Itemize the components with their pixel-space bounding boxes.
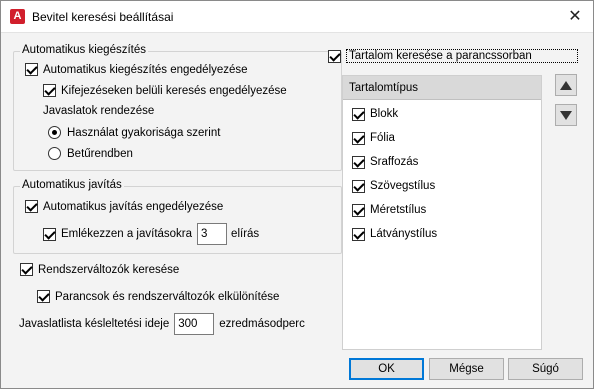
autocad-app-icon: A [10,9,25,24]
triangle-up-icon [560,80,572,90]
autocomplete-enable-label: Automatikus kiegészítés engedélyezése [43,63,248,76]
content-layer-checkbox[interactable] [352,131,365,145]
list-item-label: Szövegstílus [370,180,436,192]
autocorrect-enable-checkbox[interactable]: Automatikus javítás engedélyezése [25,200,223,213]
remember-corrections-input[interactable] [197,223,228,245]
content-type-list[interactable]: Tartalomtípus Blokk Fólia Sraffozás Szöv… [342,75,542,350]
list-item-label: Fólia [370,132,395,144]
autocorrect-legend: Automatikus javítás [20,179,124,191]
midstring-search-box[interactable] [43,84,56,97]
autocorrect-enable-label: Automatikus javítás engedélyezése [43,200,224,213]
ok-button[interactable]: OK [349,358,424,380]
content-block-checkbox[interactable] [352,107,365,121]
close-button[interactable]: ✕ [565,7,585,27]
list-item[interactable]: Blokk [343,102,541,126]
list-item[interactable]: Sraffozás [343,150,541,174]
content-dimstyle-checkbox[interactable] [352,203,365,217]
content-type-header: Tartalomtípus [343,76,541,100]
title-bar: A Bevitel keresési beállításai ✕ [1,1,593,33]
dialog-title: Bevitel keresési beállításai [32,10,174,24]
separate-commands-label: Parancsok és rendszerváltozók elkülöníté… [55,290,280,303]
triangle-down-icon [560,110,572,120]
content-textstyle-checkbox[interactable] [352,179,365,193]
move-down-button[interactable] [555,104,577,126]
list-item-label: Sraffozás [370,156,419,168]
sort-by-usage-dot[interactable] [48,126,61,139]
sort-by-usage-label: Használat gyakorisága szerint [67,126,221,139]
autocomplete-enable-checkbox[interactable]: Automatikus kiegészítés engedélyezése [25,63,248,76]
delay-input[interactable] [174,313,215,335]
content-search-checkbox[interactable]: Tartalom keresése a parancssorban [328,49,578,63]
midstring-search-label: Kifejezéseken belüli keresés engedélyezé… [61,84,287,97]
move-up-button[interactable] [555,74,577,96]
list-item[interactable]: Szövegstílus [343,174,541,198]
content-search-label: Tartalom keresése a parancssorban [346,49,578,63]
remember-corrections-suffix: elírás [231,228,260,240]
delay-row: Javaslatlista késleltetési ideje ezredmá… [19,313,305,335]
separate-commands-checkbox[interactable]: Parancsok és rendszerváltozók elkülöníté… [37,290,279,303]
close-icon: ✕ [568,8,582,25]
midstring-search-checkbox[interactable]: Kifejezéseken belüli keresés engedélyezé… [43,84,287,97]
sort-alphabetical-dot[interactable] [48,147,61,160]
delay-label: Javaslatlista késleltetési ideje [19,318,170,330]
autocorrect-enable-box[interactable] [25,200,38,213]
sort-suggestions-label: Javaslatok rendezése [43,105,155,117]
autocomplete-enable-box[interactable] [25,63,38,76]
remember-corrections-label: Emlékezzen a javításokra [61,228,193,240]
autocomplete-legend: Automatikus kiegészítés [20,44,149,56]
sysvar-search-checkbox[interactable]: Rendszerváltozók keresése [20,263,179,276]
sort-suggestions-label-row: Javaslatok rendezése [43,105,154,117]
remember-corrections-row: Emlékezzen a javításokra elírás [43,223,259,245]
sort-alphabetical-radio[interactable]: Betűrendben [48,147,133,160]
dialog-window: A Bevitel keresési beállításai ✕ Automat… [0,0,594,389]
content-visualstyle-checkbox[interactable] [352,227,365,241]
list-item-label: Látványstílus [370,228,438,240]
separate-commands-box[interactable] [37,290,50,303]
sysvar-search-box[interactable] [20,263,33,276]
content-hatch-checkbox[interactable] [352,155,365,169]
help-button[interactable]: Súgó [508,358,583,380]
cancel-button[interactable]: Mégse [429,358,504,380]
list-item[interactable]: Fólia [343,126,541,150]
list-item[interactable]: Látványstílus [343,222,541,246]
sort-alphabetical-label: Betűrendben [67,147,133,160]
sysvar-search-label: Rendszerváltozók keresése [38,263,180,276]
sort-by-usage-radio[interactable]: Használat gyakorisága szerint [48,126,220,139]
delay-unit: ezredmásodperc [219,318,305,330]
content-search-box[interactable] [328,49,341,63]
list-item[interactable]: Méretstílus [343,198,541,222]
remember-corrections-box[interactable] [43,227,56,241]
list-item-label: Méretstílus [370,204,427,216]
list-item-label: Blokk [370,108,399,120]
